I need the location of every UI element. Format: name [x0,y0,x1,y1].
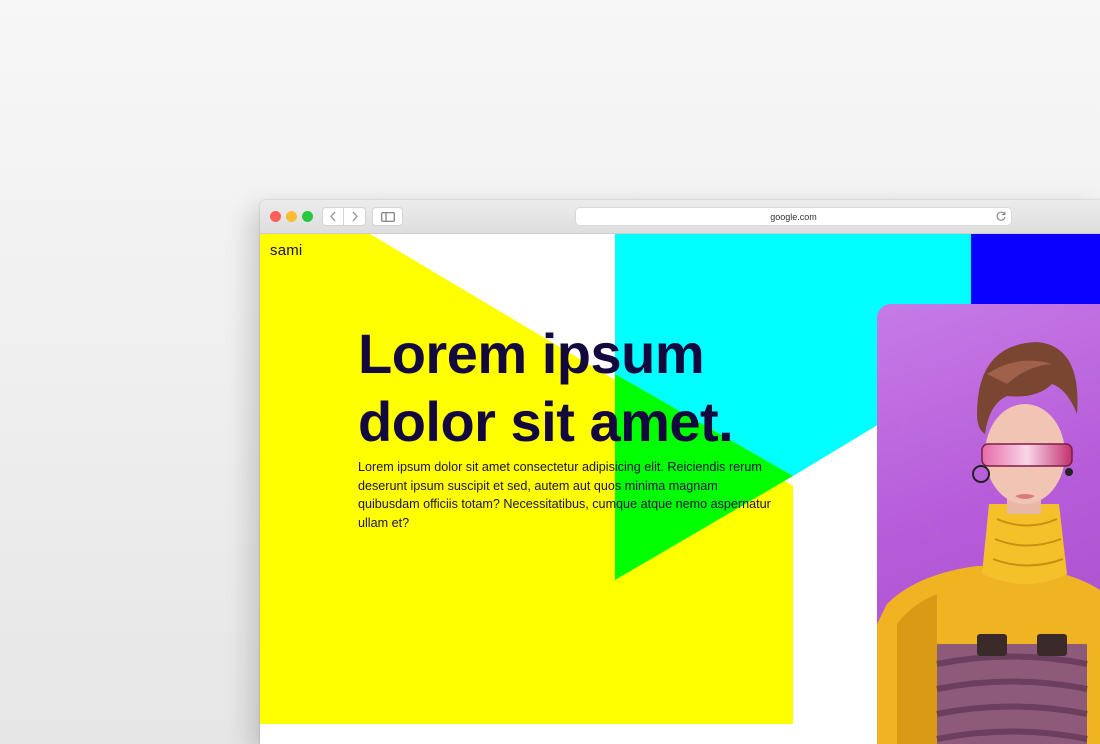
sidebar-icon [380,211,395,222]
hero-illustration-art [877,320,1100,744]
minimize-window-button[interactable] [286,211,297,222]
page-headline: Lorem ipsum dolor sit amet. [358,320,828,456]
sidebar-toggle-button[interactable] [372,207,403,226]
headline-line-2: dolor sit amet. [358,390,734,453]
blue-block [971,234,1100,304]
url-text: google.com [770,211,817,222]
address-bar[interactable]: google.com [576,208,1011,225]
forward-button[interactable] [344,207,366,226]
chevron-left-icon [330,211,336,222]
headline-line-1: Lorem ipsum [358,322,705,385]
close-window-button[interactable] [270,211,281,222]
back-button[interactable] [322,207,344,226]
site-logo[interactable]: sami [270,242,302,259]
chevron-right-icon [351,211,358,222]
hero-illustration [877,304,1100,744]
web-page: sami Lorem ipsum dolor sit amet. Lorem i… [260,234,1100,744]
browser-toolbar: google.com [260,200,1100,234]
zoom-window-button[interactable] [302,211,313,222]
reload-icon[interactable] [995,210,1007,222]
browser-window: google.com sami Lorem ipsum dolor sit am… [260,200,1100,744]
intro-paragraph: Lorem ipsum dolor sit amet consectetur a… [358,460,771,530]
